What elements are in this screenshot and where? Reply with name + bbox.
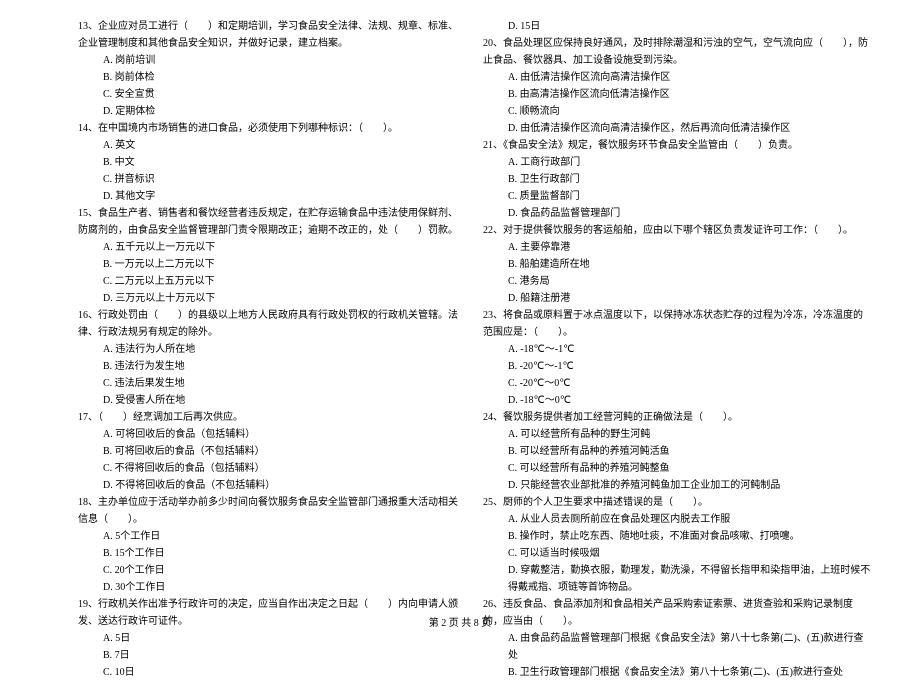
q25-opt-c: C. 可以适当时候吸烟	[483, 545, 872, 562]
q19-opt-a: A. 5日	[78, 630, 467, 647]
q16-opt-b: B. 违法行为发生地	[78, 358, 467, 375]
q20-opt-d: D. 由低清洁操作区流向高清洁操作区，然后再流向低清洁操作区	[483, 120, 872, 137]
q19-opt-d: D. 15日	[483, 18, 872, 35]
q18-opt-a: A. 5个工作日	[78, 528, 467, 545]
q15-opt-c: C. 二万元以上五万元以下	[78, 273, 467, 290]
q13-opt-b: B. 岗前体检	[78, 69, 467, 86]
q19-opt-c: C. 10日	[78, 664, 467, 681]
q15-opt-b: B. 一万元以上二万元以下	[78, 256, 467, 273]
question-16: 16、行政处罚由（ ）的县级以上地方人民政府具有行政处罚权的行政机关管辖。法律、…	[78, 307, 467, 341]
q21-opt-d: D. 食品药品监督管理部门	[483, 205, 872, 222]
question-17: 17、（ ）经烹调加工后再次供应。	[78, 409, 467, 426]
q15-opt-a: A. 五千元以上一万元以下	[78, 239, 467, 256]
q16-opt-a: A. 违法行为人所在地	[78, 341, 467, 358]
q26-opt-b: B. 卫生行政管理部门根据《食品安全法》第八十七条第(二)、(五)款进行查处	[483, 664, 872, 681]
question-13: 13、企业应对员工进行（ ）和定期培训，学习食品安全法律、法规、规章、标准、企业…	[78, 18, 467, 52]
q24-opt-c: C. 可以经营所有品种的养殖河鲀整鱼	[483, 460, 872, 477]
exam-page: 13、企业应对员工进行（ ）和定期培训，学习食品安全法律、法规、规章、标准、企业…	[0, 0, 920, 610]
q17-opt-c: C. 不得将回收后的食品（包括辅料）	[78, 460, 467, 477]
question-20: 20、食品处理区应保持良好通风，及时排除潮湿和污浊的空气，空气流向应（ ），防止…	[483, 35, 872, 69]
q24-opt-b: B. 可以经营所有品种的养殖河鲀活鱼	[483, 443, 872, 460]
q26-opt-a: A. 由食品药品监督管理部门根据《食品安全法》第八十七条第(二)、(五)款进行查…	[483, 630, 872, 664]
q16-opt-c: C. 违法后果发生地	[78, 375, 467, 392]
q23-opt-a: A. -18℃～-1℃	[483, 341, 872, 358]
q13-opt-c: C. 安全宣贯	[78, 86, 467, 103]
q15-opt-d: D. 三万元以上十万元以下	[78, 290, 467, 307]
q21-opt-a: A. 工商行政部门	[483, 154, 872, 171]
q23-opt-d: D. -18℃～0℃	[483, 392, 872, 409]
q25-opt-d: D. 穿戴整洁，勤换衣服，勤理发，勤洗澡，不得留长指甲和染指甲油，上班时候不得戴…	[483, 562, 872, 596]
q18-opt-b: B. 15个工作日	[78, 545, 467, 562]
q24-opt-a: A. 可以经营所有品种的野生河鲀	[483, 426, 872, 443]
q14-opt-c: C. 拼音标识	[78, 171, 467, 188]
q23-opt-b: B. -20℃～-1℃	[483, 358, 872, 375]
q18-opt-d: D. 30个工作日	[78, 579, 467, 596]
q22-opt-a: A. 主要停靠港	[483, 239, 872, 256]
question-24: 24、餐饮服务提供者加工经营河鲀的正确做法是（ ）。	[483, 409, 872, 426]
q17-opt-b: B. 可将回收后的食品（不包括辅料）	[78, 443, 467, 460]
q21-opt-b: B. 卫生行政部门	[483, 171, 872, 188]
q18-opt-c: C. 20个工作日	[78, 562, 467, 579]
question-14: 14、在中国境内市场销售的进口食品，必须使用下列哪种标识：（ ）。	[78, 120, 467, 137]
q21-opt-c: C. 质量监督部门	[483, 188, 872, 205]
q14-opt-d: D. 其他文字	[78, 188, 467, 205]
q23-opt-c: C. -20℃～0℃	[483, 375, 872, 392]
q13-opt-a: A. 岗前培训	[78, 52, 467, 69]
question-18: 18、主办单位应于活动举办前多少时间向餐饮服务食品安全监管部门通报重大活动相关信…	[78, 494, 467, 528]
q22-opt-d: D. 船籍注册港	[483, 290, 872, 307]
question-22: 22、对于提供餐饮服务的客运船舶，应由以下哪个辖区负责发证许可工作：（ ）。	[483, 222, 872, 239]
q25-opt-a: A. 从业人员去厕所前应在食品处理区内脱去工作服	[483, 511, 872, 528]
right-column: D. 15日 20、食品处理区应保持良好通风，及时排除潮湿和污浊的空气，空气流向…	[475, 18, 880, 610]
q14-opt-b: B. 中文	[78, 154, 467, 171]
q17-opt-d: D. 不得将回收后的食品（不包括辅料）	[78, 477, 467, 494]
q20-opt-a: A. 由低清洁操作区流向高清洁操作区	[483, 69, 872, 86]
q20-opt-c: C. 顺畅流向	[483, 103, 872, 120]
question-25: 25、厨师的个人卫生要求中描述错误的是（ ）。	[483, 494, 872, 511]
q22-opt-c: C. 港务局	[483, 273, 872, 290]
question-23: 23、将食品或原料置于冰点温度以下，以保持冰冻状态贮存的过程为冷冻，冷冻温度的范…	[483, 307, 872, 341]
q25-opt-b: B. 操作时，禁止吃东西、随地吐痰，不准面对食品咳嗽、打喷嚏。	[483, 528, 872, 545]
left-column: 13、企业应对员工进行（ ）和定期培训，学习食品安全法律、法规、规章、标准、企业…	[70, 18, 475, 610]
q16-opt-d: D. 受侵害人所在地	[78, 392, 467, 409]
question-19: 19、行政机关作出准予行政许可的决定，应当自作出决定之日起（ ）内向申请人颁发、…	[78, 596, 467, 630]
q20-opt-b: B. 由高清洁操作区流向低清洁操作区	[483, 86, 872, 103]
question-21: 21、《食品安全法》规定，餐饮服务环节食品安全监管由（ ）负责。	[483, 137, 872, 154]
q13-opt-d: D. 定期体检	[78, 103, 467, 120]
question-26: 26、违反食品、食品添加剂和食品相关产品采购索证索票、进货查验和采购记录制度的，…	[483, 596, 872, 630]
q17-opt-a: A. 可将回收后的食品（包括辅料）	[78, 426, 467, 443]
question-15: 15、食品生产者、销售者和餐饮经营者违反规定，在贮存运输食品中违法使用保鲜剂、防…	[78, 205, 467, 239]
q24-opt-d: D. 只能经营农业部批准的养殖河鲀鱼加工企业加工的河鲀制品	[483, 477, 872, 494]
q14-opt-a: A. 英文	[78, 137, 467, 154]
q22-opt-b: B. 船舶建造所在地	[483, 256, 872, 273]
